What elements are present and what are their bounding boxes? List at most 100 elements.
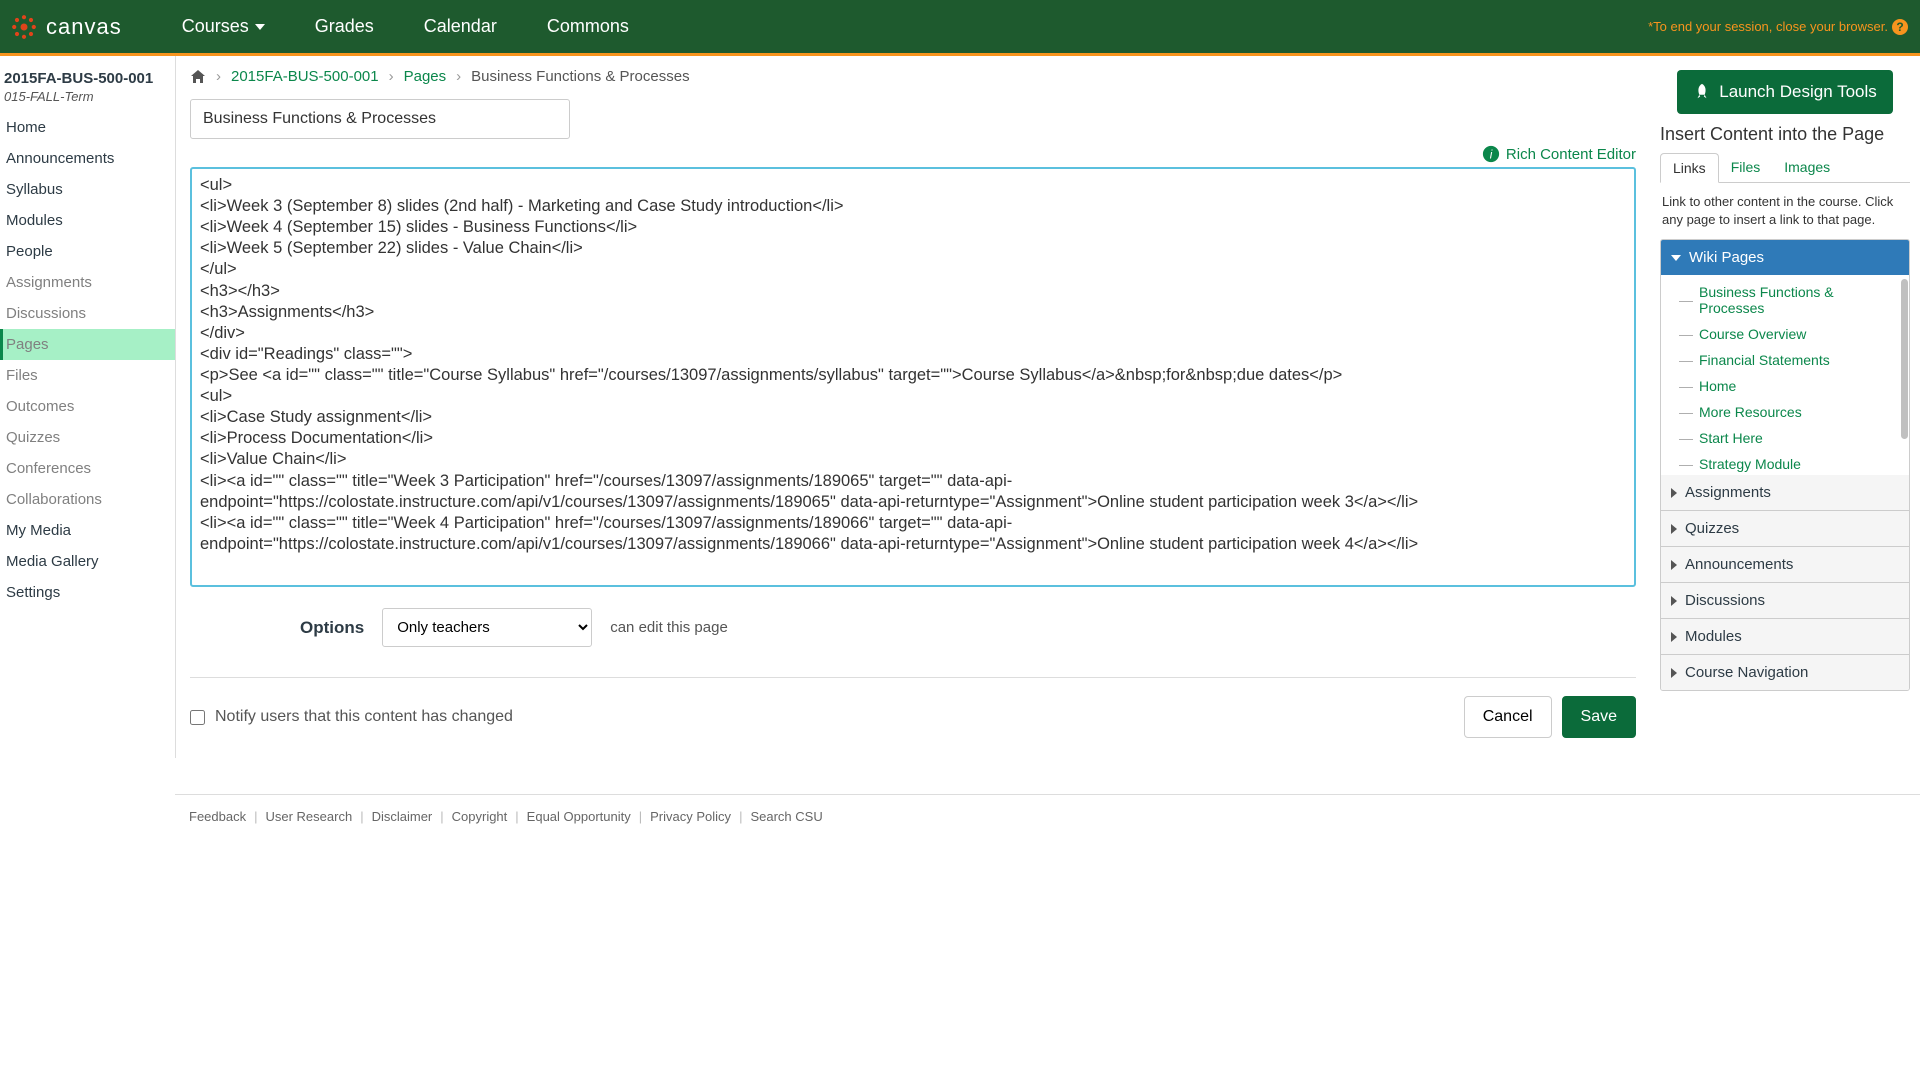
form-actions: Notify users that this content has chang… — [190, 677, 1636, 738]
cancel-button[interactable]: Cancel — [1464, 696, 1552, 738]
rocket-icon — [1693, 83, 1711, 101]
nav-courses[interactable]: Courses — [182, 16, 265, 37]
accordion-section[interactable]: Announcements — [1661, 546, 1909, 582]
footer-link[interactable]: Privacy Policy — [650, 809, 731, 824]
accordion-title: Course Navigation — [1685, 664, 1808, 681]
tab-links[interactable]: Links — [1660, 153, 1719, 183]
insert-heading: Insert Content into the Page — [1660, 124, 1910, 145]
logo-area[interactable]: canvas — [0, 13, 122, 41]
brand-text: canvas — [46, 14, 122, 40]
options-suffix: can edit this page — [610, 619, 728, 636]
footer: Feedback | User Research | Disclaimer | Copyri… — [175, 794, 1920, 844]
accordion-title: Modules — [1685, 628, 1742, 645]
triangle-right-icon — [1671, 632, 1677, 642]
course-nav-item[interactable]: Modules — [0, 205, 175, 236]
course-nav-item[interactable]: Syllabus — [0, 174, 175, 205]
course-nav-item[interactable]: Quizzes — [0, 422, 175, 453]
dash-icon: — — [1679, 378, 1691, 394]
course-nav-item[interactable]: Pages — [0, 329, 175, 360]
footer-link[interactable]: Search CSU — [750, 809, 822, 824]
accordion-section[interactable]: Modules — [1661, 618, 1909, 654]
accordion-section[interactable]: Course Navigation — [1661, 654, 1909, 690]
course-term: 015-FALL-Term — [0, 89, 175, 112]
page-title-input[interactable] — [190, 99, 570, 139]
home-icon[interactable] — [190, 69, 206, 85]
divider: | — [739, 809, 742, 824]
nav-commons[interactable]: Commons — [547, 16, 629, 37]
svg-text:i: i — [1490, 149, 1493, 162]
notify-checkbox[interactable] — [190, 710, 205, 725]
accordion-wiki-pages[interactable]: Wiki Pages — [1661, 240, 1909, 275]
wiki-page-link[interactable]: —Course Overview — [1661, 321, 1909, 347]
course-nav-item[interactable]: Files — [0, 360, 175, 391]
triangle-right-icon — [1671, 596, 1677, 606]
nav-label: Grades — [315, 16, 374, 37]
accordion-section[interactable]: Quizzes — [1661, 510, 1909, 546]
course-nav-item[interactable]: Announcements — [0, 143, 175, 174]
divider: | — [254, 809, 257, 824]
course-nav-item[interactable]: Conferences — [0, 453, 175, 484]
footer-link[interactable]: Feedback — [189, 809, 246, 824]
tab-images[interactable]: Images — [1772, 153, 1842, 182]
session-message: *To end your session, close your browser… — [1648, 19, 1920, 35]
canvas-logo-icon — [10, 13, 38, 41]
html-editor-textarea[interactable] — [190, 167, 1636, 587]
content-accordion: Wiki Pages —Business Functions & Process… — [1660, 239, 1910, 691]
breadcrumb-course[interactable]: 2015FA-BUS-500-001 — [231, 68, 379, 85]
help-icon[interactable]: ? — [1892, 19, 1908, 35]
nav-calendar[interactable]: Calendar — [424, 16, 497, 37]
options-label: Options — [300, 618, 364, 638]
wiki-page-label: Financial Statements — [1699, 352, 1830, 368]
wiki-page-link[interactable]: —Business Functions & Processes — [1661, 279, 1909, 321]
wiki-page-link[interactable]: —Strategy Module — [1661, 451, 1909, 475]
nav-label: Courses — [182, 16, 249, 37]
course-nav-item[interactable]: My Media — [0, 515, 175, 546]
wiki-page-label: Business Functions & Processes — [1699, 284, 1899, 316]
breadcrumb-sep: › — [389, 68, 394, 85]
course-nav-item[interactable]: Media Gallery — [0, 546, 175, 577]
scrollbar[interactable] — [1901, 279, 1908, 439]
dash-icon: — — [1679, 326, 1691, 342]
rce-toggle[interactable]: i Rich Content Editor — [190, 145, 1636, 163]
accordion-section[interactable]: Assignments — [1661, 475, 1909, 510]
wiki-pages-list: —Business Functions & Processes—Course O… — [1661, 275, 1909, 475]
wiki-page-label: Strategy Module — [1699, 456, 1801, 472]
course-nav-item[interactable]: Collaborations — [0, 484, 175, 515]
footer-link[interactable]: User Research — [265, 809, 352, 824]
rce-label-text: Rich Content Editor — [1506, 146, 1636, 163]
footer-link[interactable]: Disclaimer — [372, 809, 433, 824]
save-button[interactable]: Save — [1562, 696, 1636, 738]
course-nav-item[interactable]: Assignments — [0, 267, 175, 298]
triangle-right-icon — [1671, 668, 1677, 678]
chevron-down-icon — [255, 24, 265, 30]
breadcrumb-pages[interactable]: Pages — [404, 68, 447, 85]
course-nav-item[interactable]: Settings — [0, 577, 175, 608]
course-nav-item[interactable]: Home — [0, 112, 175, 143]
tab-description: Link to other content in the course. Cli… — [1660, 183, 1910, 239]
course-nav-item[interactable]: People — [0, 236, 175, 267]
wiki-page-link[interactable]: —More Resources — [1661, 399, 1909, 425]
footer-link[interactable]: Equal Opportunity — [527, 809, 631, 824]
footer-link[interactable]: Copyright — [452, 809, 508, 824]
wiki-page-link[interactable]: —Start Here — [1661, 425, 1909, 451]
course-nav-item[interactable]: Outcomes — [0, 391, 175, 422]
nav-grades[interactable]: Grades — [315, 16, 374, 37]
wiki-page-link[interactable]: —Financial Statements — [1661, 347, 1909, 373]
wiki-page-label: Home — [1699, 378, 1736, 394]
notify-checkbox-label[interactable]: Notify users that this content has chang… — [190, 708, 513, 726]
main-content: › 2015FA-BUS-500-001 › Pages › Business … — [175, 56, 1650, 758]
nav-label: Calendar — [424, 16, 497, 37]
accordion-title: Wiki Pages — [1689, 249, 1764, 266]
tab-files[interactable]: Files — [1719, 153, 1773, 182]
wiki-page-link[interactable]: — Home — [1661, 373, 1909, 399]
accordion-section[interactable]: Discussions — [1661, 582, 1909, 618]
course-nav: HomeAnnouncementsSyllabusModulesPeopleAs… — [0, 112, 175, 608]
dash-icon: — — [1679, 430, 1691, 446]
course-nav-item[interactable]: Discussions — [0, 298, 175, 329]
launch-design-tools-button[interactable]: Launch Design Tools — [1677, 70, 1893, 114]
right-sidebar: Launch Design Tools Insert Content into … — [1650, 56, 1920, 758]
dash-icon: — — [1679, 404, 1691, 420]
right-tabs: Links Files Images — [1660, 153, 1910, 183]
edit-permissions-select[interactable]: Only teachers — [382, 608, 592, 647]
divider: | — [639, 809, 642, 824]
